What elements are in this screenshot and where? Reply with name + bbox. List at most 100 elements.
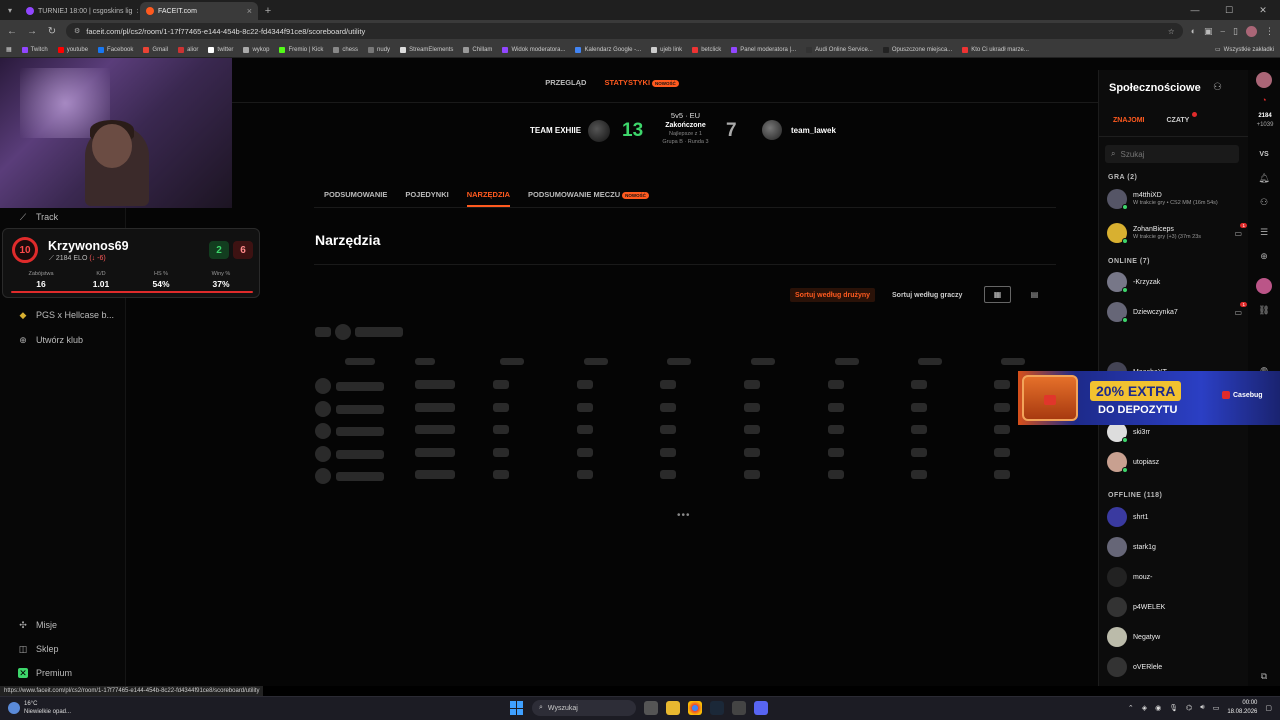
forward-icon[interactable]: → (26, 26, 38, 37)
microphone-icon[interactable]: 🎙︎ (1169, 704, 1178, 712)
taskbar-search[interactable]: ⌕ Wyszukaj (532, 700, 636, 716)
discord-icon[interactable] (754, 701, 768, 715)
network-icon[interactable]: ⌬ (1186, 704, 1192, 712)
bookmark-item[interactable]: Gmail (143, 46, 168, 53)
sidebar-icon[interactable]: ▯ (1233, 26, 1238, 37)
list-view-icon[interactable]: ▤ (1026, 286, 1043, 303)
bookmark-item[interactable]: Opuszczone miejsca... (882, 46, 952, 53)
extensions-puzzle-icon[interactable]: ▣ (1204, 26, 1213, 37)
maximize-icon[interactable]: ☐ (1212, 0, 1246, 20)
chevron-up-icon[interactable]: ⌃ (1128, 704, 1134, 712)
clock[interactable]: 00:00 18.08.2026 (1227, 699, 1257, 717)
notifications-bell-icon[interactable]: 🔔︎ (1256, 170, 1272, 186)
new-tab-button[interactable]: + (260, 2, 276, 20)
bookmark-item[interactable]: betclick (692, 46, 721, 53)
team-a-name[interactable]: TEAM EXHIIE (530, 126, 581, 135)
add-friend-icon[interactable]: ⚇ (1213, 82, 1222, 93)
link-icon[interactable]: ⛓ (1256, 302, 1272, 318)
extension-icon[interactable]: ◐ (1191, 26, 1196, 36)
friend-item[interactable]: oVERlele (1107, 656, 1242, 678)
friend-search[interactable]: ⌕ (1105, 145, 1239, 163)
versus-button[interactable]: VS (1256, 146, 1272, 162)
sidebar-item-missions[interactable]: ✣ Misje (18, 620, 57, 631)
tab-duels[interactable]: POJEDYNKI (405, 190, 448, 207)
sidebar-item-premium[interactable]: ✕ Premium (18, 668, 72, 678)
tray-app-icon[interactable]: ◈ (1142, 704, 1147, 712)
reload-icon[interactable]: ↻ (46, 26, 58, 37)
browser-tab-tournament[interactable]: TURNIEJ 18:00 | csgoskins lig × (20, 2, 138, 20)
back-icon[interactable]: ← (6, 26, 18, 37)
bookmark-item[interactable]: wykop (243, 46, 269, 53)
tab-overview[interactable]: PRZEGLĄD (545, 78, 586, 87)
friend-avatar[interactable] (1256, 278, 1272, 294)
tab-utility[interactable]: NARZĘDZIA (466, 190, 511, 207)
add-circle-icon[interactable]: ⊕ (1256, 248, 1272, 264)
friend-item[interactable]: Dziewczynka7 ▭ 1 (1107, 301, 1247, 323)
tab-strip-icon[interactable]: ⎯ (1221, 26, 1226, 37)
bookmark-item[interactable]: Fremio | Kick (279, 46, 323, 53)
bookmark-item[interactable]: Kto Ci ukradł marze... (962, 46, 1029, 53)
friend-item[interactable]: p4WELEK (1107, 596, 1242, 618)
task-view-icon[interactable] (644, 701, 658, 715)
bookmark-item[interactable]: alior (178, 46, 198, 53)
tab-statistics[interactable]: STATYSTYKI NOWOŚĆ (604, 78, 679, 87)
team-b-name[interactable]: team_lawek (791, 126, 836, 135)
file-explorer-icon[interactable] (666, 701, 680, 715)
bookmark-item[interactable]: Chillam (463, 46, 492, 53)
apps-grid-icon[interactable]: ▦ (6, 46, 12, 53)
bookmark-item[interactable]: Twitch (21, 46, 48, 53)
user-avatar[interactable] (1256, 72, 1272, 88)
tab-chats[interactable]: CZATY (1167, 112, 1198, 124)
bookmark-item[interactable]: chess (333, 46, 358, 53)
bookmark-item[interactable]: youtube (57, 46, 88, 53)
all-bookmarks-button[interactable]: ▭ Wszystkie zakładki (1215, 46, 1274, 54)
tab-summary[interactable]: PODSUMOWANIE (324, 190, 387, 207)
queue-icon[interactable]: ☰ (1256, 224, 1272, 240)
grid-view-icon[interactable]: ▦ (984, 286, 1011, 303)
weather-widget[interactable]: 16°C Niewielkie opad... (8, 700, 71, 716)
menu-kebab-icon[interactable]: ⋮ (1265, 26, 1274, 37)
profile-avatar-icon[interactable] (1246, 25, 1257, 37)
casebug-ad-banner[interactable]: 20% EXTRA DO DEPOZYTU Casebug (1018, 371, 1280, 425)
friend-item[interactable]: shrt1 (1107, 506, 1242, 528)
friend-item[interactable]: Negatyw (1107, 626, 1242, 648)
friend-item[interactable]: m4tthiXD W trakcie gry • CS2 MM (16m 54s) (1107, 188, 1242, 210)
steam-icon[interactable] (710, 701, 724, 715)
sort-by-players-button[interactable]: Sortuj według graczy (888, 288, 966, 302)
minimize-icon[interactable]: — (1178, 0, 1212, 20)
sidebar-item-create-club[interactable]: ⊕ Utwórz klub (18, 335, 83, 346)
browser-tab-faceit[interactable]: FACEIT.com × (140, 2, 258, 20)
party-icon[interactable]: ⚇ (1256, 194, 1272, 210)
bookmark-item[interactable]: Kalendarz Google -... (575, 46, 641, 53)
chrome-icon[interactable] (688, 701, 702, 715)
friend-item[interactable]: -Krzyzak (1107, 271, 1242, 293)
friend-item[interactable]: utopiasz (1107, 451, 1242, 473)
tray-app-icon[interactable]: ◉ (1155, 704, 1161, 712)
bookmark-item[interactable]: Facebook (98, 46, 133, 53)
sort-by-team-button[interactable]: Sortuj według drużyny (790, 288, 876, 302)
close-window-icon[interactable]: ✕ (1246, 0, 1280, 20)
url-bar[interactable]: ⚙ faceit.com/pl/cs2/room/1-17f77465-e144… (66, 23, 1183, 39)
notifications-icon[interactable]: ▢ (1265, 704, 1272, 712)
bookmark-item[interactable]: Audi Online Service... (806, 46, 873, 53)
collapse-panel-icon[interactable]: ⧉ (1256, 668, 1272, 684)
chat-icon[interactable]: ▭ 1 (1234, 222, 1247, 238)
battery-icon[interactable]: ▭ (1213, 704, 1220, 712)
tab-search-icon[interactable]: ▾ (0, 0, 20, 20)
chat-icon[interactable]: ▭ 1 (1234, 301, 1247, 317)
tab-match-summary[interactable]: PODSUMOWANIE MECZU NOWOŚĆ (528, 190, 649, 207)
app-icon[interactable] (732, 701, 746, 715)
friend-item[interactable]: mouz- (1107, 566, 1242, 588)
friend-item[interactable]: stark1g (1107, 536, 1242, 558)
bookmark-item[interactable]: ujeb link (651, 46, 682, 53)
bookmark-item[interactable]: Widok moderatora... (502, 46, 565, 53)
bookmark-star-icon[interactable]: ☆ (1168, 27, 1175, 36)
site-info-icon[interactable]: ⚙ (74, 27, 80, 35)
friend-item[interactable]: ZohanBiceps W trakcie gry (+3) (37m 23s ▭… (1107, 222, 1247, 244)
search-input[interactable] (1120, 149, 1221, 159)
bookmark-item[interactable]: StreamElements (400, 46, 453, 53)
bookmark-item[interactable]: twitter (208, 46, 233, 53)
sidebar-item-shop[interactable]: ◫ Sklep (18, 644, 59, 655)
windows-start-icon[interactable] (510, 701, 524, 715)
close-tab-icon[interactable]: × (136, 6, 138, 16)
